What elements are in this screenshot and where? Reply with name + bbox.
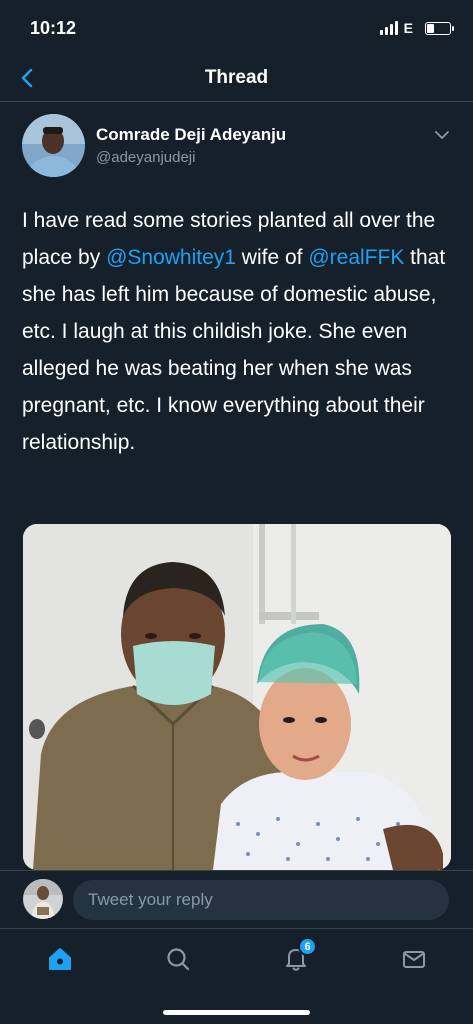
home-indicator bbox=[163, 1010, 310, 1015]
tab-messages[interactable] bbox=[396, 941, 432, 977]
nav-bar: Thread bbox=[0, 58, 473, 102]
battery-icon bbox=[425, 21, 454, 35]
status-time: 10:12 bbox=[30, 18, 77, 38]
battery-level bbox=[427, 23, 435, 33]
tweet-text-part: that she has left him because of domesti… bbox=[22, 246, 446, 454]
reply-bar bbox=[0, 870, 473, 928]
reply-input[interactable] bbox=[73, 880, 449, 920]
tab-bar: 6 bbox=[0, 928, 473, 1024]
tab-home[interactable] bbox=[42, 941, 78, 977]
tab-notifications[interactable]: 6 bbox=[278, 937, 317, 977]
mail-icon bbox=[403, 951, 425, 968]
chevron-down-icon[interactable] bbox=[433, 128, 451, 142]
author-avatar[interactable] bbox=[22, 114, 85, 177]
page-title: Thread bbox=[204, 67, 269, 88]
mention-link-snowhitey1[interactable]: @Snowhitey1 bbox=[106, 246, 236, 269]
signal-icon bbox=[379, 21, 398, 35]
tweet-header: Comrade Deji Adeyanju @adeyanjudeji bbox=[22, 114, 455, 184]
author-handle[interactable]: @adeyanjudeji bbox=[96, 149, 195, 166]
tweet-text: I have read some stories planted all ove… bbox=[22, 202, 452, 461]
status-indicators: E bbox=[379, 20, 454, 36]
tweet-text-part: wife of bbox=[235, 246, 309, 269]
network-type: E bbox=[403, 20, 413, 36]
mention-link-realffk[interactable]: @realFFK bbox=[308, 246, 404, 269]
search-icon bbox=[167, 948, 190, 971]
author-name[interactable]: Comrade Deji Adeyanju bbox=[96, 125, 286, 145]
user-avatar[interactable] bbox=[23, 879, 63, 919]
tab-search[interactable] bbox=[160, 941, 196, 977]
home-icon bbox=[49, 948, 71, 970]
tweet-photo[interactable] bbox=[23, 524, 451, 870]
notifications-badge: 6 bbox=[298, 937, 317, 956]
status-bar: 10:12 E bbox=[0, 0, 473, 58]
